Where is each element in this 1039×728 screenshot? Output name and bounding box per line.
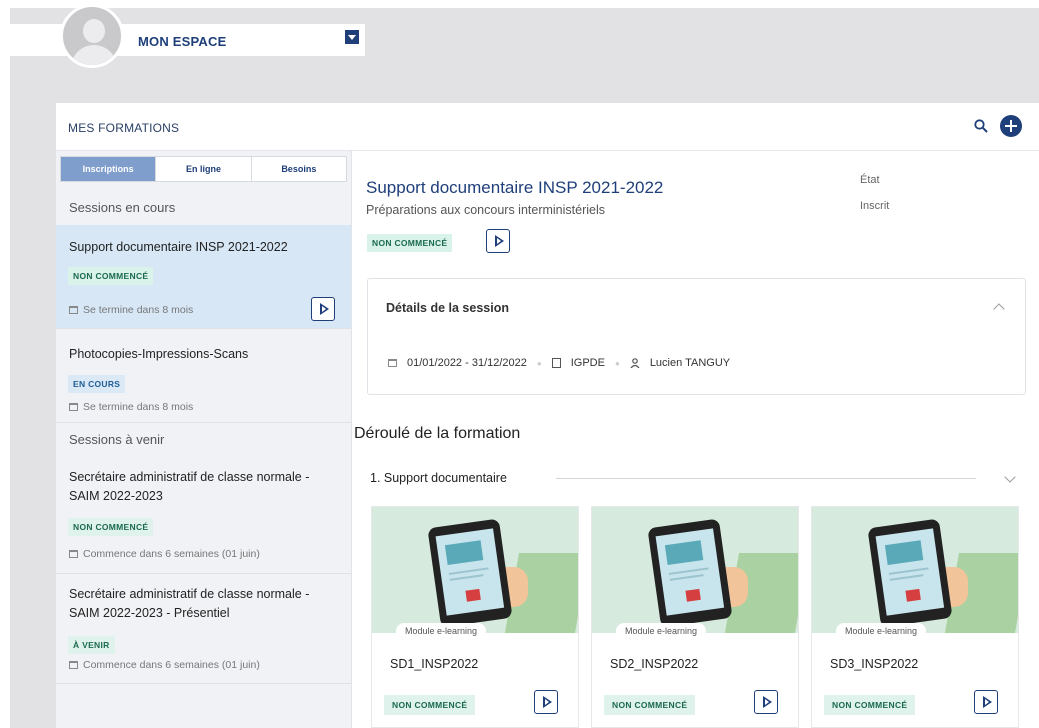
status-badge: NON COMMENCÉ [367,234,453,252]
session-card[interactable]: Secrétaire administratif de classe norma… [56,574,351,684]
module-name: SD2_INSP2022 [610,657,699,671]
module-thumbnail [372,507,578,633]
session-meta-text: Se termine dans 8 mois [83,304,194,316]
play-button[interactable] [534,690,558,714]
play-icon [905,588,921,602]
training-flow-heading: Déroulé de la formation [354,425,521,442]
add-icon[interactable] [1000,115,1022,137]
session-dates: 01/01/2022 - 31/12/2022 [407,357,527,369]
training-title: Support documentaire INSP 2021-2022 [366,178,664,197]
module-thumbnail [812,507,1018,633]
status-badge: À VENIR [68,636,115,654]
status-badge: NON COMMENCÉ [384,695,476,715]
state-label: État [860,174,880,186]
section-heading-upcoming: Sessions à venir [69,432,165,447]
module-type-chip: Module e-learning [396,623,487,639]
session-title-line2: SAIM 2022-2023 [69,489,163,503]
session-details-box: Détails de la session 01/01/2022 - 31/12… [367,278,1026,395]
user-icon [630,358,640,368]
my-space-label[interactable]: MON ESPACE [138,34,226,49]
session-details-heading: Détails de la session [386,301,509,315]
divider [556,478,976,479]
module-group-title[interactable]: 1. Support documentaire [370,471,507,485]
screen-block [664,540,704,566]
status-badge: EN COURS [68,375,126,393]
sessions-sidebar: Inscriptions En ligne Besoins Sessions e… [56,151,352,728]
screen-line [889,574,924,581]
module-card[interactable]: Module e-learning SD1_INSP2022 NON COMME… [371,506,579,728]
status-badge: NON COMMENCÉ [68,518,154,536]
tab-bar: Inscriptions En ligne Besoins [60,156,347,182]
trainings-panel: MES FORMATIONS Inscriptions En ligne Bes… [56,103,1039,728]
module-card[interactable]: Module e-learning SD2_INSP2022 NON COMME… [591,506,799,728]
state-value: Inscrit [860,200,890,212]
status-badge: NON COMMENCÉ [68,267,154,285]
status-badge: NON COMMENCÉ [604,695,696,715]
session-meta: Commence dans 6 semaines (01 juin) [69,659,260,671]
chevron-down-icon[interactable] [1004,471,1016,483]
avatar[interactable] [60,4,124,68]
session-card[interactable]: Secrétaire administratif de classe norma… [56,457,351,574]
play-button[interactable] [311,297,335,321]
session-title: Support documentaire INSP 2021-2022 [69,240,288,254]
module-name: SD1_INSP2022 [390,657,479,671]
session-title-line2: SAIM 2022-2023 - Présentiel [69,606,230,620]
module-card[interactable]: Module e-learning SD3_INSP2022 NON COMME… [811,506,1019,728]
panel-title: MES FORMATIONS [68,121,180,135]
phone-illustration [647,518,733,628]
chevron-up-icon[interactable] [993,303,1005,315]
module-type-chip: Module e-learning [836,623,927,639]
phone-screen [655,528,725,616]
screen-block [884,540,924,566]
screen-line [669,574,704,581]
session-meta-text: Commence dans 6 semaines (01 juin) [83,659,260,671]
tab-besoins[interactable]: Besoins [252,157,346,181]
phone-illustration [427,518,513,628]
session-meta-text: Commence dans 6 semaines (01 juin) [83,548,260,560]
tab-en-ligne[interactable]: En ligne [156,157,252,181]
session-card[interactable]: Photocopies-Impressions-Scans EN COURS S… [56,329,351,423]
session-title: Photocopies-Impressions-Scans [69,347,249,361]
building-icon [551,358,561,368]
module-type-chip: Module e-learning [616,623,707,639]
calendar-icon [69,550,78,558]
module-name: SD3_INSP2022 [830,657,919,671]
section-heading-current: Sessions en cours [69,200,176,215]
session-meta: Se termine dans 8 mois [69,304,193,316]
calendar-icon [69,306,78,314]
separator-dot: ● [536,358,542,368]
search-icon[interactable] [974,119,988,133]
session-location: IGPDE [570,357,605,369]
session-details-row: 01/01/2022 - 31/12/2022 ● IGPDE ● Lucien… [388,357,730,369]
play-button[interactable] [974,690,998,714]
status-badge: NON COMMENCÉ [824,695,916,715]
play-icon [685,588,701,602]
calendar-icon [69,661,78,669]
session-title-line1: Secrétaire administratif de classe norma… [69,470,310,484]
training-subtitle: Préparations aux concours interministéri… [366,203,605,217]
session-card[interactable]: Support documentaire INSP 2021-2022 NON … [56,225,351,329]
play-button[interactable] [486,229,510,253]
screen-block [444,540,484,566]
screen-line [449,574,484,581]
tab-inscriptions[interactable]: Inscriptions [61,157,157,181]
calendar-icon [69,403,78,411]
session-meta-text: Se termine dans 8 mois [83,401,194,413]
phone-screen [875,528,945,616]
chevron-down-icon[interactable] [345,30,359,44]
session-meta: Se termine dans 8 mois [69,401,193,413]
session-title-line1: Secrétaire administratif de classe norma… [69,587,310,601]
calendar-icon [388,359,397,367]
play-button[interactable] [754,690,778,714]
module-thumbnail [592,507,798,633]
separator-dot: ● [614,358,620,368]
phone-illustration [867,518,953,628]
session-meta: Commence dans 6 semaines (01 juin) [69,548,260,560]
avatar-body [71,45,117,65]
avatar-head [83,19,105,43]
session-trainer: Lucien TANGUY [649,357,731,369]
phone-screen [435,528,505,616]
play-icon [465,588,481,602]
